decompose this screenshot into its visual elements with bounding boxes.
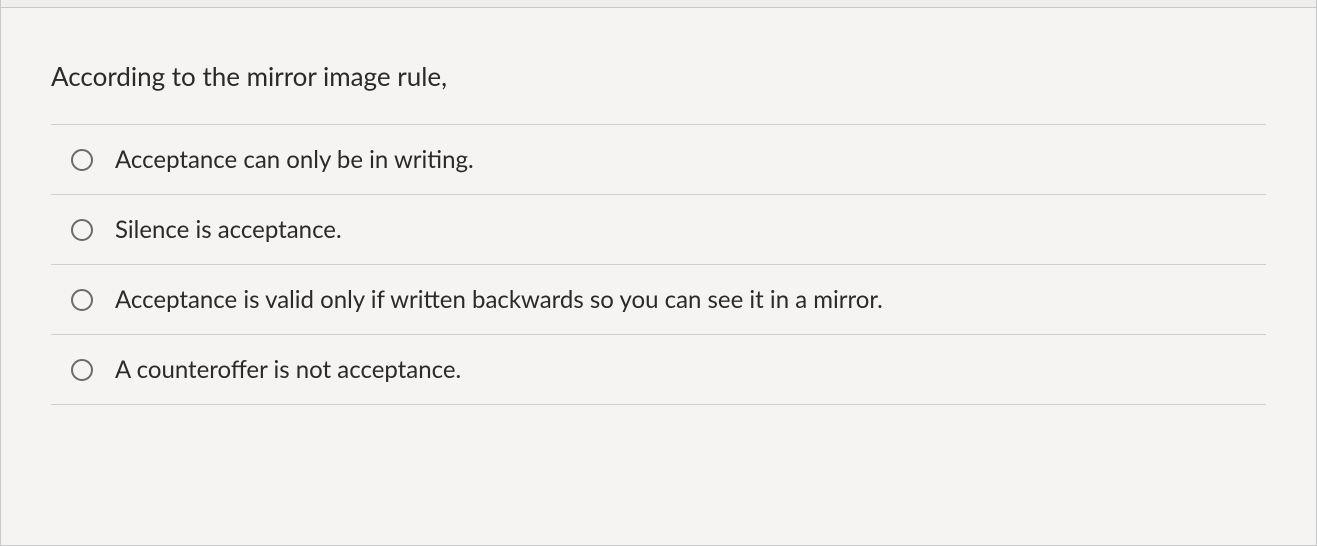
option-label: A counteroffer is not acceptance. [115,355,461,384]
option-row-2[interactable]: Acceptance is valid only if written back… [51,264,1266,334]
option-row-3[interactable]: A counteroffer is not acceptance. [51,334,1266,405]
option-row-0[interactable]: Acceptance can only be in writing. [51,124,1266,194]
quiz-question-card: According to the mirror image rule, Acce… [0,0,1317,546]
radio-icon[interactable] [71,219,93,241]
option-label: Silence is acceptance. [115,215,342,244]
option-row-1[interactable]: Silence is acceptance. [51,194,1266,264]
options-list: Acceptance can only be in writing. Silen… [1,124,1316,445]
radio-icon[interactable] [71,149,93,171]
top-divider [1,0,1316,8]
radio-icon[interactable] [71,359,93,381]
question-area: According to the mirror image rule, [1,8,1316,124]
question-prompt: According to the mirror image rule, [51,58,1266,94]
option-label: Acceptance can only be in writing. [115,145,474,174]
option-label: Acceptance is valid only if written back… [115,285,883,314]
radio-icon[interactable] [71,289,93,311]
